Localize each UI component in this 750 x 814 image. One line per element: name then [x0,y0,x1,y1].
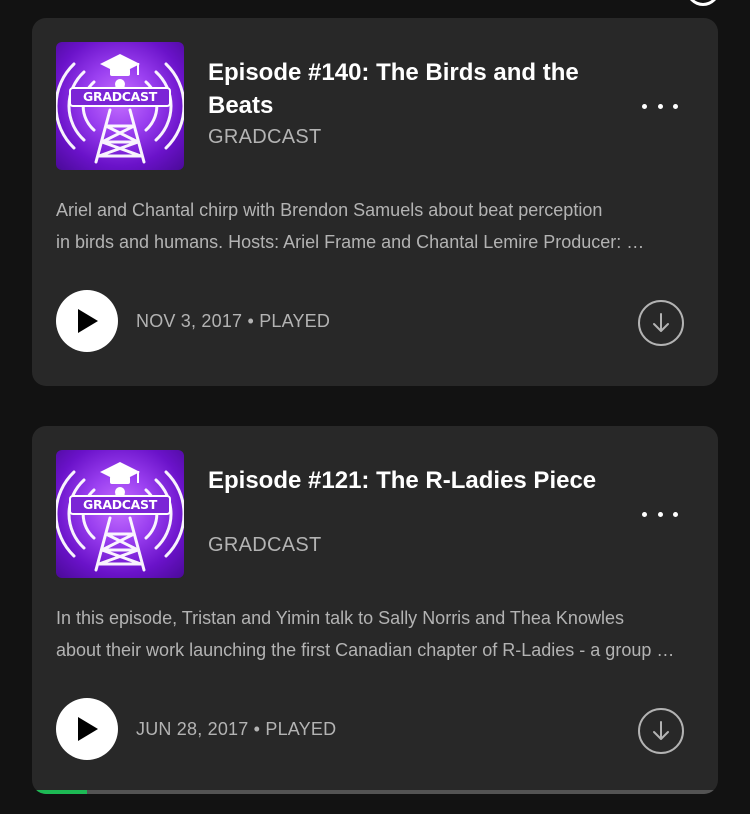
played-status: PLAYED [265,719,337,739]
play-icon [78,309,98,333]
download-icon [653,313,669,332]
radio-tower-icon [56,54,184,164]
episode-description: In this episode, Tristan and Yimin talk … [56,602,696,666]
partial-circle-icon [686,0,720,6]
meta-separator: • [247,311,254,331]
podcast-artwork: GRADCAST [56,450,184,578]
podcast-artwork: GRADCAST [56,42,184,170]
episode-date: JUN 28, 2017 [136,719,249,739]
play-button[interactable] [56,698,118,760]
episode-card[interactable]: GRADCAST Episode #140: The Birds and the… [32,18,718,386]
download-icon [653,721,669,740]
radio-tower-icon [56,462,184,572]
show-name[interactable]: GRADCAST [208,126,322,149]
meta-separator: • [253,719,261,739]
play-icon [78,717,98,741]
episode-meta: JUN 28, 2017 • PLAYED [136,719,336,740]
description-line: In this episode, Tristan and Yimin talk … [56,608,624,628]
play-button[interactable] [56,290,118,352]
playback-progress-bar [32,790,718,794]
episode-date: NOV 3, 2017 [136,311,243,331]
description-line: in birds and humans. Hosts: Ariel Frame … [56,232,645,252]
download-button[interactable] [638,708,684,754]
description-line: Ariel and Chantal chirp with Brendon Sam… [56,200,603,220]
artwork-text: GRADCAST [83,497,157,512]
played-status: PLAYED [259,311,331,331]
show-name[interactable]: GRADCAST [208,534,322,557]
episode-title[interactable]: Episode #140: The Birds and the Beats [208,56,608,122]
playback-progress-fill [32,790,87,794]
artwork-text: GRADCAST [83,89,157,104]
episode-card[interactable]: GRADCAST Episode #121: The R-Ladies Piec… [32,426,718,794]
more-icon[interactable] [642,96,678,116]
description-line: about their work launching the first Can… [56,640,675,660]
episode-title[interactable]: Episode #121: The R-Ladies Piece [208,464,608,497]
more-icon[interactable] [642,504,678,524]
download-button[interactable] [638,300,684,346]
episode-meta: NOV 3, 2017 • PLAYED [136,311,330,332]
episode-description: Ariel and Chantal chirp with Brendon Sam… [56,194,696,258]
